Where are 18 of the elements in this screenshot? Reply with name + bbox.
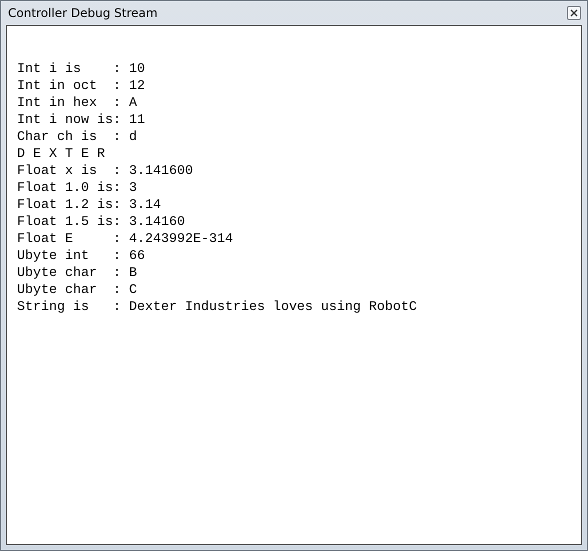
output-line: D E X T E R	[17, 146, 105, 163]
window-title: Controller Debug Stream	[7, 6, 158, 20]
output-line: Int in hex : A	[17, 95, 137, 112]
output-line: Float 1.0 is: 3	[17, 180, 137, 197]
output-line: Ubyte char : C	[17, 282, 137, 299]
output-line: Int i is : 10	[17, 61, 145, 78]
output-line: Float E : 4.243992E-314	[17, 231, 233, 248]
output-line: Char ch is : d	[17, 129, 137, 146]
close-icon	[570, 9, 578, 17]
output-line: Float 1.2 is: 3.14	[17, 197, 161, 214]
output-line: Ubyte int : 66	[17, 248, 145, 265]
output-line: Int i now is: 11	[17, 112, 145, 129]
output-line: Float x is : 3.141600	[17, 163, 193, 180]
output-line: Ubyte char : B	[17, 265, 137, 282]
close-button[interactable]	[567, 6, 581, 20]
output-line: Float 1.5 is: 3.14160	[17, 214, 185, 231]
output-line: Int in oct : 12	[17, 78, 145, 95]
output-line: String is : Dexter Industries loves using RobotC	[17, 299, 417, 316]
